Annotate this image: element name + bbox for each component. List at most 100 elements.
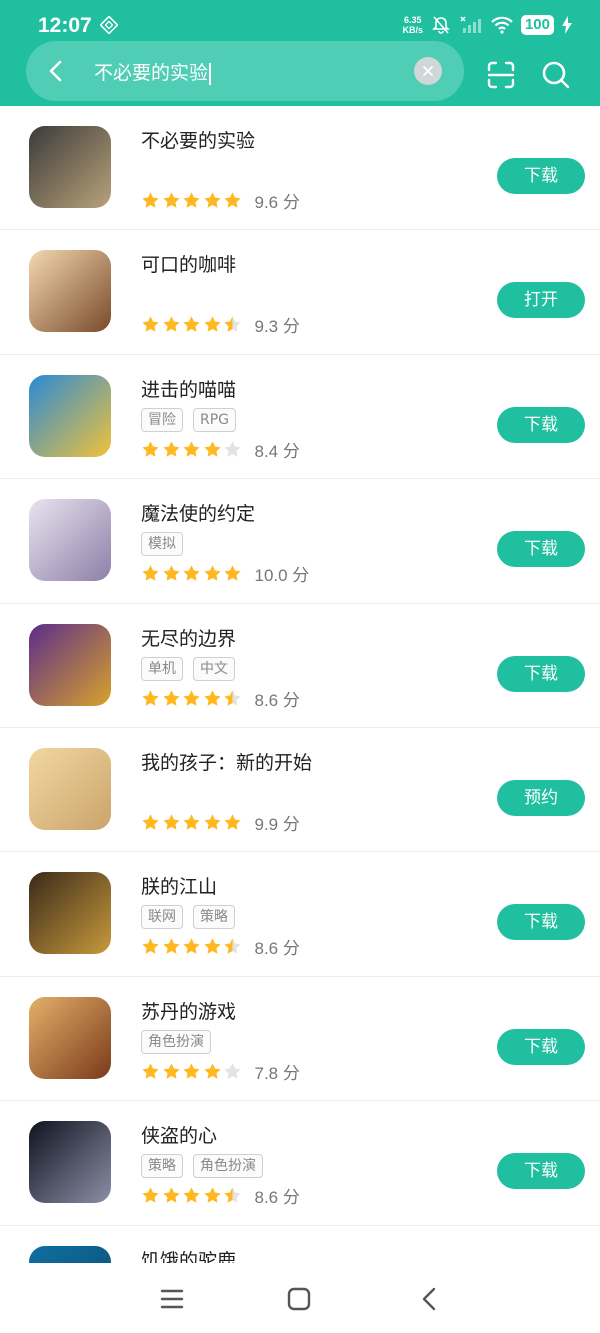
app-action-button[interactable]: 下载: [497, 1153, 585, 1190]
app-name[interactable]: 苏丹的游戏: [141, 997, 236, 1024]
scan-icon[interactable]: [486, 60, 516, 90]
star-full-icon: [203, 938, 221, 955]
app-action-button[interactable]: 预约: [497, 779, 585, 816]
star-rating: 9.3 分: [141, 312, 300, 337]
app-list-item[interactable]: 我的孩子：新的开始 9.9 分 预约: [0, 728, 600, 853]
app-name[interactable]: 饥饿的驼鹿: [141, 1246, 236, 1263]
search-input[interactable]: 不必要的实验: [94, 58, 212, 85]
mute-bell-icon: [432, 16, 450, 34]
star-rating: 8.4 分: [141, 437, 300, 462]
menu-icon[interactable]: [160, 1287, 184, 1311]
star-full-icon: [183, 1063, 200, 1079]
app-tag: 联网: [141, 905, 183, 930]
back-arrow-icon[interactable]: [42, 57, 70, 85]
app-list-item[interactable]: 苏丹的游戏角色扮演 7.8 分 下载: [0, 977, 600, 1102]
star-rating: 10.0 分: [141, 561, 309, 586]
app-action-button[interactable]: 下载: [497, 904, 585, 941]
home-square-icon[interactable]: [287, 1287, 311, 1311]
battery-level: 100: [520, 15, 554, 35]
star-half-icon: [224, 316, 241, 333]
vpn-diamond-icon: [100, 16, 118, 34]
star-full-icon: [162, 441, 180, 457]
app-list-item[interactable]: 魔法使的约定 模拟 10.0 分 下载: [0, 479, 600, 604]
app-list-item[interactable]: 可口的咖啡 9.3 分 打开: [0, 230, 600, 355]
app-action-button[interactable]: 下载: [497, 531, 585, 568]
star-full-icon: [162, 192, 180, 208]
app-icon[interactable]: [29, 996, 111, 1079]
rating-score: 8.4 分: [254, 441, 300, 461]
app-icon[interactable]: [29, 872, 111, 955]
star-rating: 7.8 分: [141, 1059, 300, 1084]
app-list-item[interactable]: 无尽的边界 单机 中文 8.6 分 下载: [0, 604, 600, 728]
app-icon[interactable]: [29, 126, 111, 208]
app-list-item[interactable]: 进击的喵喵 冒险 RPG 8.4 分 下载: [0, 355, 600, 480]
clear-search-button[interactable]: [414, 57, 442, 85]
star-full-icon: [203, 1063, 221, 1079]
star-full-icon: [162, 814, 180, 830]
app-name[interactable]: 进击的喵喵: [141, 375, 236, 402]
app-icon[interactable]: [29, 374, 111, 457]
app-tag: 中文: [193, 656, 235, 681]
app-name[interactable]: 我的孩子：新的开始: [141, 748, 312, 775]
star-full-icon: [224, 814, 241, 830]
top-header: 12:07 6.35 KB/s 100 不必要的实验: [0, 0, 600, 106]
star-empty-icon: [224, 441, 241, 457]
star-full-icon: [162, 938, 180, 955]
app-action-button[interactable]: 打开: [497, 282, 585, 319]
app-name[interactable]: 侠盗的心: [141, 1121, 217, 1148]
app-action-button[interactable]: 下载: [497, 655, 585, 692]
back-triangle-icon[interactable]: [418, 1286, 442, 1312]
app-name[interactable]: 魔法使的约定: [141, 499, 255, 526]
star-full-icon: [162, 565, 180, 581]
star-full-icon: [183, 1187, 200, 1203]
app-icon[interactable]: [29, 499, 111, 582]
app-tags: 单机 中文: [141, 656, 235, 681]
search-row: 不必要的实验: [0, 40, 600, 106]
app-name[interactable]: 可口的咖啡: [141, 250, 236, 277]
star-full-icon: [203, 1187, 221, 1203]
star-full-icon: [203, 316, 221, 333]
app-tag: 冒险: [141, 407, 183, 432]
star-full-icon: [203, 565, 221, 581]
star-full-icon: [142, 192, 159, 208]
app-tags: 策略 角色扮演: [141, 1154, 263, 1179]
app-icon[interactable]: [29, 747, 111, 830]
status-right-group: 6.35 KB/s 100: [402, 12, 572, 38]
star-half-icon: [224, 938, 241, 955]
app-tag: 单机: [141, 656, 183, 681]
search-box[interactable]: 不必要的实验: [26, 41, 464, 101]
text-caret: [209, 62, 212, 85]
app-icon[interactable]: [29, 1245, 111, 1263]
app-list-item[interactable]: 朕的江山 联网 策略 8.6 分 下载: [0, 852, 600, 977]
star-full-icon: [203, 192, 221, 208]
star-full-icon: [224, 565, 241, 581]
app-action-button[interactable]: 下载: [497, 1028, 585, 1065]
charging-bolt-icon: [562, 16, 572, 34]
rating-score: 8.6 分: [254, 1188, 300, 1208]
star-half-icon: [224, 1187, 241, 1203]
app-list-item[interactable]: 不必要的实验 9.6 分 下载: [0, 106, 600, 231]
app-name[interactable]: 不必要的实验: [141, 126, 255, 153]
app-list: 不必要的实验 9.6 分下载 可口的咖啡 9.3 分打开 进击的喵喵 冒险 RPG 8.4 分…: [0, 106, 600, 1263]
network-speed: 6.35 KB/s: [402, 15, 423, 35]
app-tag: 角色扮演: [141, 1029, 211, 1054]
star-full-icon: [162, 316, 180, 333]
app-action-button[interactable]: 下载: [497, 406, 585, 443]
star-full-icon: [162, 1187, 180, 1203]
star-full-icon: [203, 441, 221, 457]
app-tags: 联网 策略: [141, 905, 235, 930]
star-full-icon: [142, 441, 159, 457]
app-list-item[interactable]: 饥饿的驼鹿: [0, 1226, 600, 1263]
star-full-icon: [183, 565, 200, 581]
app-action-button[interactable]: 下载: [497, 158, 585, 194]
star-full-icon: [183, 689, 200, 706]
app-icon[interactable]: [29, 1121, 111, 1204]
star-full-icon: [183, 316, 200, 333]
app-list-item[interactable]: 侠盗的心策略 角色扮演 8.6 分 下载: [0, 1101, 600, 1226]
app-icon[interactable]: [29, 250, 111, 333]
search-icon[interactable]: [541, 60, 571, 90]
app-icon[interactable]: [29, 623, 111, 706]
app-name[interactable]: 朕的江山: [141, 872, 217, 899]
app-tag: 策略: [193, 905, 235, 930]
app-name[interactable]: 无尽的边界: [141, 624, 236, 651]
